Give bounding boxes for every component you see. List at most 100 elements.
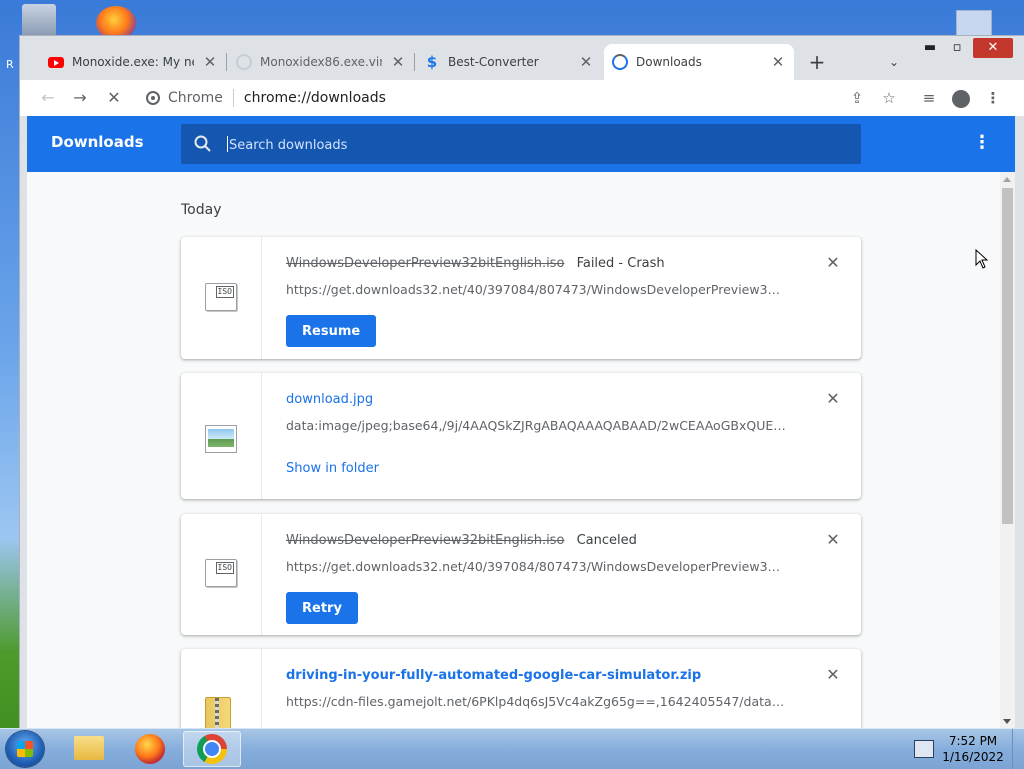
search-icon xyxy=(194,135,211,152)
search-input[interactable] xyxy=(227,134,831,156)
tab-title: Monoxide.exe: My new xyxy=(72,55,194,69)
source-url[interactable]: https://cdn-files.gamejolt.net/6PKlp4dq6… xyxy=(286,694,786,709)
chrome-window: Monoxide.exe: My new ✕ Monoxidex86.exe.v… xyxy=(20,36,1024,728)
clock-time: 7:52 PM xyxy=(948,734,998,748)
scroll-down-arrow-icon[interactable] xyxy=(1003,719,1011,724)
site-chip-label: Chrome xyxy=(168,90,223,106)
close-tab-icon[interactable]: ✕ xyxy=(770,54,786,70)
start-button[interactable] xyxy=(6,731,44,767)
tab-strip: Monoxide.exe: My new ✕ Monoxidex86.exe.v… xyxy=(20,36,1024,80)
remove-item-close-icon[interactable]: ✕ xyxy=(825,532,841,548)
taskbar-file-explorer[interactable] xyxy=(60,731,118,767)
tab-best-converter[interactable]: $ Best-Converter ✕ xyxy=(416,44,602,80)
downloads-menu-kebab-icon[interactable]: ⋮ xyxy=(973,132,991,156)
iso-file-icon: ISO xyxy=(205,559,237,587)
download-status: Failed - Crash xyxy=(576,256,665,271)
source-url[interactable]: https://get.downloads32.net/40/397084/80… xyxy=(286,559,786,574)
file-name-link[interactable]: download.jpg xyxy=(286,392,373,407)
file-name: WindowsDeveloperPreview32bitEnglish.iso xyxy=(286,256,565,271)
file-icon-column: ISO xyxy=(181,514,262,635)
image-file-icon xyxy=(205,425,237,453)
file-line: WindowsDeveloperPreview32bitEnglish.iso … xyxy=(286,533,637,548)
chrome-icon xyxy=(197,734,227,764)
file-line: driving-in-your-fully-automated-google-c… xyxy=(286,668,701,683)
file-name: WindowsDeveloperPreview32bitEnglish.iso xyxy=(286,533,565,548)
download-item: driving-in-your-fully-automated-google-c… xyxy=(181,649,861,728)
profile-avatar-icon[interactable] xyxy=(949,86,973,110)
source-url[interactable]: data:image/jpeg;base64,/9j/4AAQSkZJRgABA… xyxy=(286,418,786,433)
firefox-icon xyxy=(135,734,165,764)
file-line: WindowsDeveloperPreview32bitEnglish.iso … xyxy=(286,256,665,271)
bookmark-star-icon[interactable]: ☆ xyxy=(877,86,901,110)
taskbar-firefox[interactable] xyxy=(121,731,179,767)
tab-separator xyxy=(414,53,415,71)
file-icon-column xyxy=(181,649,262,728)
download-item: ISO WindowsDeveloperPreview32bitEnglish.… xyxy=(181,514,861,635)
tab-search-chevron-icon[interactable]: ⌄ xyxy=(884,50,904,74)
page-title: Downloads xyxy=(51,133,144,151)
download-item: ISO WindowsDeveloperPreview32bitEnglish.… xyxy=(181,237,861,359)
media-controls-icon[interactable]: ≡ xyxy=(917,86,941,110)
search-box[interactable] xyxy=(181,124,861,164)
stop-loading-icon[interactable]: ✕ xyxy=(102,86,126,110)
share-icon[interactable]: ⇪ xyxy=(845,86,869,110)
kebab-menu-icon[interactable]: ⋮ xyxy=(981,86,1005,110)
source-url[interactable]: https://get.downloads32.net/40/397084/80… xyxy=(286,282,786,297)
file-icon-column xyxy=(181,373,262,499)
remove-item-close-icon[interactable]: ✕ xyxy=(825,391,841,407)
resume-button[interactable]: Resume xyxy=(286,315,377,347)
close-tab-icon[interactable]: ✕ xyxy=(390,54,406,70)
browser-toolbar: ← → ✕ Chrome chrome://downloads ⇪ ☆ ≡ ⋮ xyxy=(20,80,1024,116)
chrome-site-icon[interactable] xyxy=(146,91,160,105)
tab-title: Monoxidex86.exe.vir - A xyxy=(260,55,382,69)
url-text[interactable]: chrome://downloads xyxy=(244,90,386,106)
close-window-button[interactable]: ✕ xyxy=(973,38,1013,58)
scroll-up-arrow-icon[interactable] xyxy=(1003,177,1011,182)
dollar-icon: $ xyxy=(426,53,438,71)
forward-arrow-icon[interactable]: → xyxy=(68,86,92,110)
tab-downloads[interactable]: Downloads ✕ xyxy=(604,44,794,80)
iso-file-icon: ISO xyxy=(205,283,237,311)
page-scrollbar[interactable] xyxy=(1000,172,1015,728)
show-in-folder-link[interactable]: Show in folder xyxy=(286,461,379,476)
show-desktop-button[interactable] xyxy=(1012,729,1024,769)
scroll-thumb[interactable] xyxy=(1002,188,1013,524)
back-arrow-icon[interactable]: ← xyxy=(36,86,60,110)
download-progress-icon xyxy=(612,54,628,70)
tab-monoxide-youtube[interactable]: Monoxide.exe: My new ✕ xyxy=(40,44,226,80)
new-tab-button[interactable]: + xyxy=(805,50,829,74)
system-clock[interactable]: 7:52 PM 1/16/2022 xyxy=(938,733,1008,765)
tab-monoxidex86[interactable]: Monoxidex86.exe.vir - A ✕ xyxy=(228,44,414,80)
date-section-label: Today xyxy=(181,202,222,218)
file-icon-column: ISO xyxy=(181,237,262,359)
tab-title: Downloads xyxy=(636,55,702,69)
taskbar-chrome[interactable] xyxy=(183,731,241,767)
tab-separator xyxy=(226,53,227,71)
desktop-firefox-icon[interactable] xyxy=(96,6,136,40)
network-icon[interactable] xyxy=(914,740,934,758)
address-bar[interactable]: Chrome chrome://downloads xyxy=(138,85,892,111)
close-tab-icon[interactable]: ✕ xyxy=(202,54,218,70)
downloads-page: Downloads ⋮ Today ISO WindowsDeveloperPr… xyxy=(27,116,1015,728)
file-line: download.jpg xyxy=(286,392,373,407)
text-caret xyxy=(227,136,228,152)
file-explorer-icon xyxy=(74,736,104,760)
loading-spinner-icon xyxy=(236,54,252,70)
windows-taskbar: 7:52 PM 1/16/2022 xyxy=(0,728,1024,769)
remove-item-close-icon[interactable]: ✕ xyxy=(825,667,841,683)
desktop-label-fragment: R xyxy=(6,58,14,71)
close-tab-icon[interactable]: ✕ xyxy=(578,54,594,70)
minimize-button[interactable]: ▬ xyxy=(918,38,942,58)
remove-item-close-icon[interactable]: ✕ xyxy=(825,255,841,271)
mouse-pointer-icon xyxy=(975,249,989,269)
maximize-button[interactable]: ▫ xyxy=(945,38,969,58)
clock-date: 1/16/2022 xyxy=(942,750,1004,764)
file-name-link[interactable]: driving-in-your-fully-automated-google-c… xyxy=(286,668,701,683)
retry-button[interactable]: Retry xyxy=(286,592,358,624)
youtube-icon xyxy=(48,54,64,70)
recycle-bin-icon[interactable] xyxy=(22,4,56,38)
download-item: download.jpg data:image/jpeg;base64,/9j/… xyxy=(181,373,861,499)
zip-file-icon xyxy=(205,697,231,728)
downloads-header: Downloads ⋮ xyxy=(27,116,1015,172)
download-status: Canceled xyxy=(576,533,637,548)
